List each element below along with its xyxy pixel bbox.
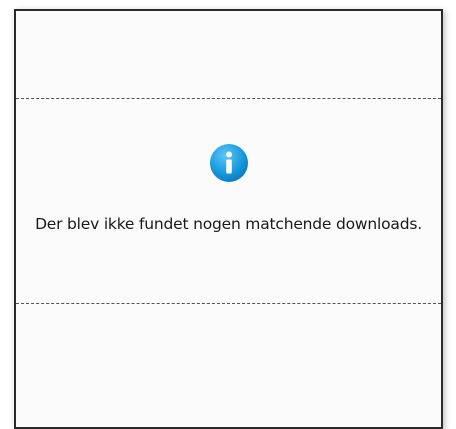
divider-bottom	[16, 303, 441, 304]
empty-state-message: Der blev ikke fundet nogen matchende dow…	[35, 215, 422, 233]
downloads-panel: Der blev ikke fundet nogen matchende dow…	[14, 9, 443, 429]
divider-top	[16, 98, 441, 99]
info-icon	[210, 144, 248, 182]
